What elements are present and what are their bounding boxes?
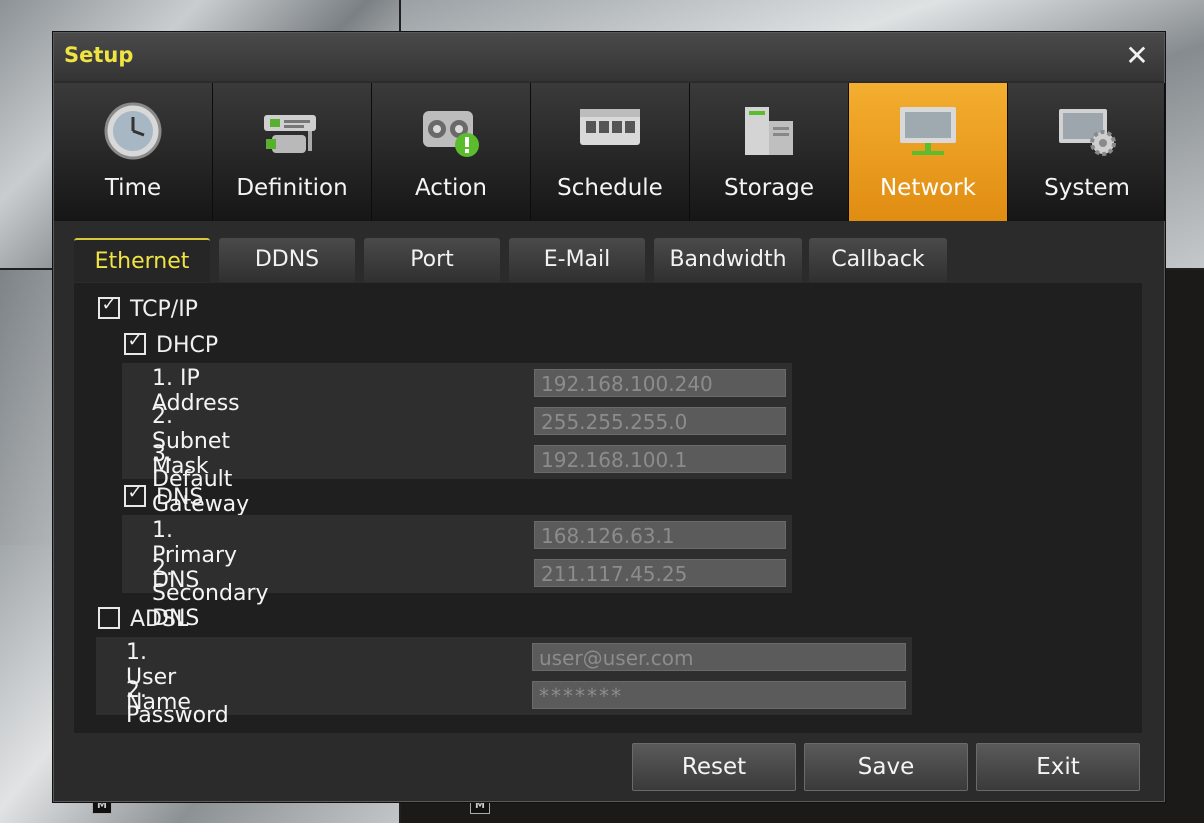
password-field[interactable]: ******* [532, 681, 906, 709]
tab-ddns[interactable]: DDNS [219, 238, 355, 282]
primary-dns-field[interactable]: 168.126.63.1 [534, 521, 786, 549]
setup-dialog: Setup ✕ Time Definition Action Schedule … [53, 32, 1165, 802]
ethernet-panel: ✓ TCP/IP ✓ DHCP 1. IP Address 192.168.100.… [74, 283, 1142, 733]
network-monitor-icon [900, 107, 956, 155]
close-icon: ✕ [1125, 39, 1149, 72]
toolbar-label: Action [414, 175, 488, 201]
tcpip-checkbox[interactable]: ✓ TCP/IP [98, 294, 198, 325]
action-alert-icon [423, 111, 479, 157]
toolbar-label: Storage [724, 175, 814, 201]
title-bar: Setup ✕ [54, 33, 1164, 81]
toolbar-item-definition[interactable]: Definition [213, 83, 372, 221]
toolbar-item-network[interactable]: Network [849, 83, 1008, 221]
tab-callback[interactable]: Callback [809, 238, 947, 282]
dns-settings-group: 1. Primary DNS 168.126.63.1 2. Secondary… [122, 515, 792, 631]
close-button[interactable]: ✕ [1122, 41, 1152, 71]
toolbar-item-system[interactable]: System [1008, 83, 1165, 221]
toolbar-label: Schedule [557, 175, 663, 201]
toolbar-label: Time [104, 175, 162, 201]
checkbox-icon [98, 607, 120, 629]
adsl-settings-group: 1. User Name user@user.com 2. Password *… [96, 637, 912, 728]
system-settings-icon [1059, 109, 1116, 156]
toolbar-item-time[interactable]: Time [54, 83, 213, 221]
dhcp-checkbox[interactable]: ✓ DHCP [124, 330, 219, 361]
reset-button[interactable]: Reset [632, 743, 796, 791]
window-title: Setup [64, 43, 134, 67]
adsl-label: ADSL [130, 607, 189, 632]
toolbar-item-schedule[interactable]: Schedule [531, 83, 690, 221]
subnet-mask-field[interactable]: 255.255.255.0 [534, 407, 786, 435]
default-gateway-field[interactable]: 192.168.100.1 [534, 445, 786, 473]
toolbar-item-storage[interactable]: Storage [690, 83, 849, 221]
save-button[interactable]: Save [804, 743, 968, 791]
tab-email[interactable]: E-Mail [509, 238, 645, 282]
storage-drive-icon [745, 107, 793, 155]
toolbar-label: Definition [236, 175, 348, 201]
dns-label: DNS [156, 485, 204, 510]
user-name-field[interactable]: user@user.com [532, 643, 906, 671]
password-label: 2. Password [126, 678, 229, 728]
checkbox-icon: ✓ [124, 482, 146, 507]
tab-ethernet[interactable]: Ethernet [74, 238, 210, 282]
tab-port[interactable]: Port [364, 238, 500, 282]
secondary-dns-field[interactable]: 211.117.45.25 [534, 559, 786, 587]
toolbar-label: Network [879, 175, 977, 201]
category-toolbar: Time Definition Action Schedule Storage … [54, 83, 1165, 221]
ip-settings-group: 1. IP Address 192.168.100.240 2. Subnet … [122, 363, 792, 517]
exit-button[interactable]: Exit [976, 743, 1140, 791]
camera-definition-icon [264, 115, 316, 153]
toolbar-item-action[interactable]: Action [372, 83, 531, 221]
adsl-checkbox[interactable]: ADSL [98, 607, 188, 635]
schedule-calendar-icon [580, 109, 640, 145]
ip-address-field[interactable]: 192.168.100.240 [534, 369, 786, 397]
clock-icon [104, 102, 162, 160]
checkbox-icon: ✓ [98, 294, 120, 319]
toolbar-label: System [1044, 175, 1130, 201]
checkbox-icon: ✓ [124, 330, 146, 355]
tab-bandwidth[interactable]: Bandwidth [654, 238, 802, 282]
dns-checkbox[interactable]: ✓ DNS [124, 482, 204, 513]
dhcp-label: DHCP [156, 333, 219, 358]
tcpip-label: TCP/IP [130, 297, 198, 322]
